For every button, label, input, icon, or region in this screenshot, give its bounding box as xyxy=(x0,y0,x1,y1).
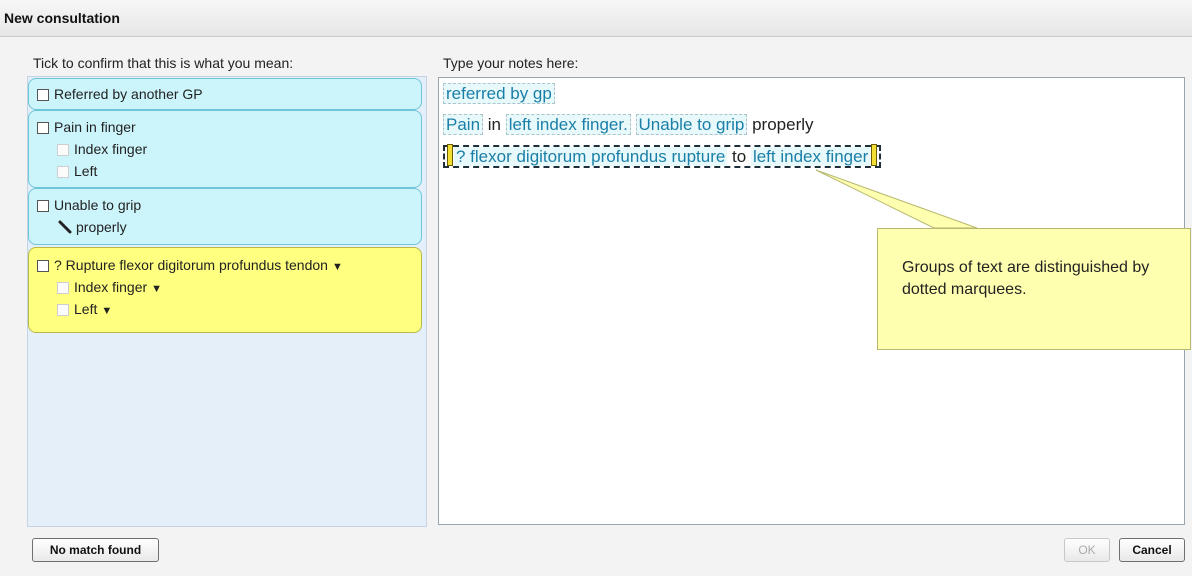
notes-label: Type your notes here: xyxy=(443,55,579,71)
callout-text: Groups of text are distinguished by dott… xyxy=(902,259,1150,298)
text-group[interactable]: left index finger. xyxy=(505,114,631,135)
subitem-label: properly xyxy=(76,219,127,235)
plain-text: in xyxy=(483,115,506,134)
no-match-button[interactable]: No match found xyxy=(32,538,159,562)
group-unable-to-grip: Unable to grip properly xyxy=(28,188,422,245)
subitem-label: Left xyxy=(74,163,98,179)
text-group[interactable]: Unable to grip xyxy=(635,114,748,135)
checkbox[interactable] xyxy=(37,89,49,101)
window-title: New consultation xyxy=(4,10,120,26)
title-bar: New consultation xyxy=(0,0,1192,37)
group-row[interactable]: Unable to grip xyxy=(37,196,141,214)
group-rupture-fdp: ? Rupture flexor digitorum profundus ten… xyxy=(28,247,422,333)
pen-icon xyxy=(58,220,72,234)
confirmation-panel: Referred by another GP Pain in finger In… xyxy=(27,76,427,527)
group-pain-in-finger: Pain in finger Index finger Left xyxy=(28,110,422,188)
subitem-row[interactable]: Left ▼ xyxy=(57,300,112,318)
subitem-row[interactable]: Index finger xyxy=(57,140,147,158)
subitem-row[interactable]: properly xyxy=(57,218,127,236)
group-title: Pain in finger xyxy=(54,119,136,135)
callout-box: Groups of text are distinguished by dott… xyxy=(877,228,1191,350)
checkbox[interactable] xyxy=(57,304,69,316)
subitem-row[interactable]: Index finger ▼ xyxy=(57,278,162,296)
checkbox[interactable] xyxy=(37,122,49,134)
subitem-label: Index finger xyxy=(74,141,148,157)
group-referred: Referred by another GP xyxy=(28,78,422,110)
triangle-down-icon[interactable]: ▼ xyxy=(151,283,162,295)
group-title: ? Rupture flexor digitorum profundus ten… xyxy=(54,257,328,273)
notes-line-2: Pain in left index finger. Unable to gri… xyxy=(443,113,814,137)
group-row[interactable]: ? Rupture flexor digitorum profundus ten… xyxy=(37,256,343,274)
selection-handle-right[interactable] xyxy=(871,144,878,166)
triangle-down-icon[interactable]: ▼ xyxy=(101,305,112,317)
group-title: Referred by another GP xyxy=(54,86,203,102)
checkbox[interactable] xyxy=(57,282,69,294)
group-row[interactable]: Referred by another GP xyxy=(37,85,203,103)
checkbox[interactable] xyxy=(57,144,69,156)
notes-line-3: ? flexor digitorum profundus rupture to … xyxy=(443,144,882,168)
subitem-label: Left xyxy=(74,301,98,317)
subitem-row[interactable]: Left xyxy=(57,162,97,180)
group-title: Unable to grip xyxy=(54,197,142,213)
plain-text: properly xyxy=(747,115,814,134)
checkbox[interactable] xyxy=(37,200,49,212)
cancel-button[interactable]: Cancel xyxy=(1119,538,1185,562)
checkbox[interactable] xyxy=(57,166,69,178)
text-group[interactable]: left index finger xyxy=(750,147,871,166)
selection-handle-left[interactable] xyxy=(447,144,453,166)
plain-text: to xyxy=(727,147,751,166)
text-group[interactable]: Pain xyxy=(443,114,484,135)
ok-button[interactable]: OK xyxy=(1064,538,1110,562)
subitem-label: Index finger xyxy=(74,279,148,295)
text-group[interactable]: ? flexor digitorum profundus rupture xyxy=(454,147,728,166)
text-group[interactable]: referred by gp xyxy=(443,83,555,104)
checkbox[interactable] xyxy=(37,260,49,272)
active-text-group[interactable]: ? flexor digitorum profundus rupture to … xyxy=(443,144,882,168)
notes-line-1: referred by gp xyxy=(443,82,555,106)
left-panel-label: Tick to confirm that this is what you me… xyxy=(33,55,294,71)
group-row[interactable]: Pain in finger xyxy=(37,118,136,136)
triangle-down-icon[interactable]: ▼ xyxy=(332,261,343,273)
